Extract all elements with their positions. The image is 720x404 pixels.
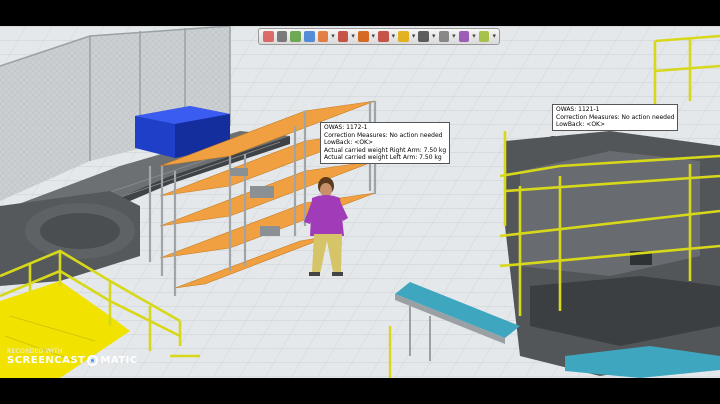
snap-icon[interactable] xyxy=(458,31,470,42)
dropdown-arrow-icon[interactable]: ▾ xyxy=(392,31,396,42)
dropdown-arrow-icon[interactable]: ▾ xyxy=(492,31,496,42)
screencast-logo-icon xyxy=(87,355,99,366)
cube-view-icon[interactable] xyxy=(303,31,315,42)
watermark-brand-right: MATIC xyxy=(100,355,138,366)
tooltip-line: LowBack: <OK> xyxy=(556,121,606,129)
paint-icon[interactable] xyxy=(398,31,409,42)
view-toolbar: ▾ ▾ ▾ ▾ ▾ ▾ ▾ ▾ ▾ xyxy=(258,28,500,45)
tooltip-line: OWAS: 1172-1 xyxy=(324,124,368,131)
pan-icon[interactable] xyxy=(290,31,301,42)
ruler-icon[interactable] xyxy=(478,31,490,42)
factory-scene xyxy=(0,26,720,378)
dropdown-arrow-icon[interactable]: ▾ xyxy=(472,31,476,42)
box-icon[interactable] xyxy=(378,31,389,42)
owas-tooltip-right: OWAS: 1121-1 Correction Measures: No act… xyxy=(552,104,679,131)
measure-icon[interactable] xyxy=(357,31,369,42)
tag-icon[interactable] xyxy=(438,31,450,42)
tooltip-line: Actual carried weight Right Arm: 7.50 kg xyxy=(324,146,447,154)
owas-tooltip-left: OWAS: 1172-1 Correction Measures: No act… xyxy=(320,122,451,164)
object-icon[interactable] xyxy=(317,31,329,42)
select-icon[interactable] xyxy=(418,31,429,42)
tooltip-line: Correction Measures: No action needed xyxy=(324,131,443,139)
zoom-fit-icon[interactable] xyxy=(263,31,274,42)
3d-viewport[interactable] xyxy=(0,26,720,378)
tooltip-line: Correction Measures: No action needed xyxy=(556,113,675,121)
tooltip-line: OWAS: 1121-1 xyxy=(556,106,600,113)
video-frame: ▾ ▾ ▾ ▾ ▾ ▾ ▾ ▾ ▾ OWAS: 1172-1 Correction Measur… xyxy=(0,0,720,404)
dropdown-arrow-icon[interactable]: ▾ xyxy=(372,31,376,42)
screencast-watermark: RECORDED WITH SCREENCAST MATIC xyxy=(7,348,138,366)
watermark-recorded-with: RECORDED WITH xyxy=(7,348,63,355)
dropdown-arrow-icon[interactable]: ▾ xyxy=(432,31,436,42)
tooltip-line: Actual carried weight Left Arm: 7.50 kg xyxy=(324,154,442,162)
dropdown-arrow-icon[interactable]: ▾ xyxy=(351,31,355,42)
dropdown-arrow-icon[interactable]: ▾ xyxy=(331,31,335,42)
machine xyxy=(505,131,720,376)
zoom-icon[interactable] xyxy=(276,31,288,42)
dropdown-arrow-icon[interactable]: ▾ xyxy=(452,31,456,42)
tooltip-line: LowBack: <OK> xyxy=(324,139,374,147)
pin-icon[interactable] xyxy=(337,31,349,42)
dropdown-arrow-icon[interactable]: ▾ xyxy=(412,31,416,42)
watermark-brand-left: SCREENCAST xyxy=(7,355,86,366)
